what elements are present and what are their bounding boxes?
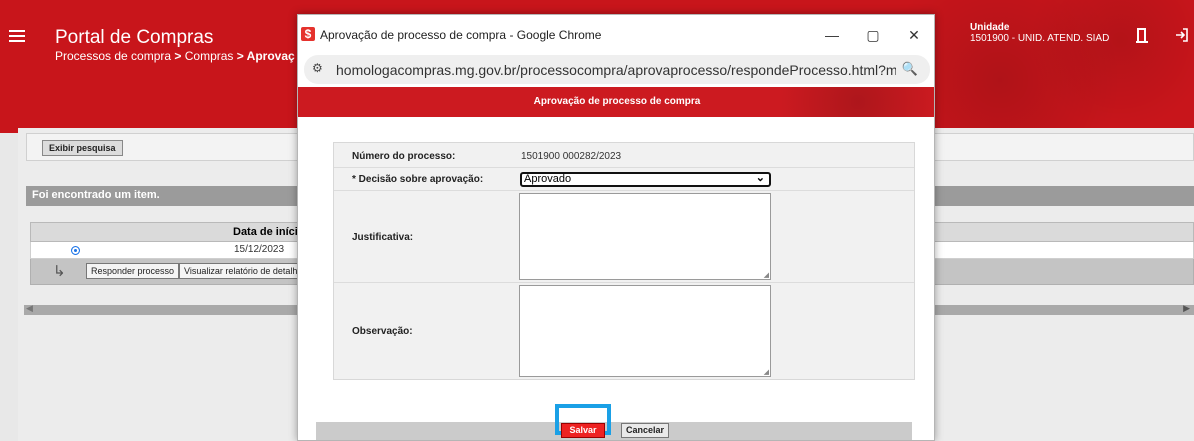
popup-header: Aprovação de processo de compra bbox=[298, 87, 934, 117]
breadcrumb-separator: > bbox=[233, 49, 247, 63]
resize-grip-icon[interactable]: ◢ bbox=[764, 368, 769, 376]
breadcrumb: Processos de compra > Compras > Aprovaçã… bbox=[55, 49, 295, 63]
observation-textarea[interactable]: ◢ bbox=[519, 285, 771, 377]
breadcrumb-separator: > bbox=[171, 49, 185, 63]
door-icon[interactable] bbox=[1136, 27, 1148, 43]
justification-label: Justificativa: bbox=[352, 232, 414, 243]
decision-label: * Decisão sobre aprovação: bbox=[352, 174, 484, 185]
breadcrumb-item-processos[interactable]: Processos de compra bbox=[55, 49, 171, 63]
justification-row: Justificativa: ◢ bbox=[334, 191, 914, 283]
favicon-icon: $ bbox=[301, 27, 315, 41]
observation-label: Observação: bbox=[352, 326, 413, 337]
url-text[interactable]: homologacompras.mg.gov.br/processocompra… bbox=[336, 62, 896, 78]
approval-popup-window: $ Aprovação de processo de compra - Goog… bbox=[297, 14, 935, 441]
portal-title: Portal de Compras bbox=[55, 27, 214, 48]
popup-footer bbox=[316, 422, 912, 440]
site-settings-icon[interactable]: ⚙ bbox=[312, 61, 323, 75]
process-number-value: 1501900 000282/2023 bbox=[521, 151, 622, 162]
logout-icon[interactable] bbox=[1175, 28, 1189, 42]
scroll-left-icon[interactable]: ◀ bbox=[26, 303, 33, 314]
zoom-icon[interactable]: 🔍 bbox=[902, 61, 918, 77]
cancel-button[interactable]: Cancelar bbox=[621, 423, 669, 438]
decision-selected-value: Aprovado bbox=[524, 173, 572, 185]
resize-grip-icon[interactable]: ◢ bbox=[764, 271, 769, 279]
show-search-button[interactable]: Exibir pesquisa bbox=[42, 140, 123, 156]
unit-value: 1501900 - UNID. ATEND. SIAD bbox=[970, 33, 1110, 44]
process-number-row: Número do processo: 1501900 000282/2023 bbox=[334, 143, 914, 168]
close-icon[interactable]: ✕ bbox=[900, 24, 928, 46]
popup-body: Número do processo: 1501900 000282/2023 … bbox=[309, 117, 925, 440]
maximize-icon[interactable]: ▢ bbox=[859, 24, 887, 46]
view-detail-report-button[interactable]: Visualizar relatório de detalhe bbox=[179, 263, 308, 279]
row-date: 15/12/2023 bbox=[234, 244, 285, 255]
window-title: Aprovação de processo de compra - Google… bbox=[320, 28, 602, 42]
respond-process-button[interactable]: Responder processo bbox=[86, 263, 180, 279]
observation-row: Observação: ◢ bbox=[334, 283, 914, 380]
breadcrumb-item-aprovacao: Aprovação bbox=[246, 49, 295, 63]
approval-form: Número do processo: 1501900 000282/2023 … bbox=[333, 142, 915, 380]
unit-label: Unidade bbox=[970, 22, 1010, 33]
save-button[interactable]: Salvar bbox=[561, 423, 605, 438]
address-bar[interactable]: ⚙ homologacompras.mg.gov.br/processocomp… bbox=[304, 55, 930, 84]
justification-textarea[interactable]: ◢ bbox=[519, 193, 771, 280]
menu-icon[interactable] bbox=[9, 30, 25, 42]
chevron-down-icon: ⌄ bbox=[755, 172, 765, 184]
breadcrumb-item-compras[interactable]: Compras bbox=[185, 49, 234, 63]
process-number-label: Número do processo: bbox=[352, 151, 456, 162]
unit-info: Unidade 1501900 - UNID. ATEND. SIAD bbox=[970, 22, 1109, 44]
subdirectory-arrow-icon: ↳ bbox=[53, 263, 66, 280]
decision-row: * Decisão sobre aprovação: Aprovado ⌄ bbox=[334, 168, 914, 191]
decision-select[interactable]: Aprovado ⌄ bbox=[520, 172, 771, 187]
minimize-icon[interactable]: — bbox=[818, 24, 846, 46]
row-radio[interactable] bbox=[71, 246, 80, 255]
window-titlebar: $ Aprovação de processo de compra - Goog… bbox=[298, 15, 934, 51]
scroll-right-icon[interactable]: ▶ bbox=[1183, 303, 1190, 314]
